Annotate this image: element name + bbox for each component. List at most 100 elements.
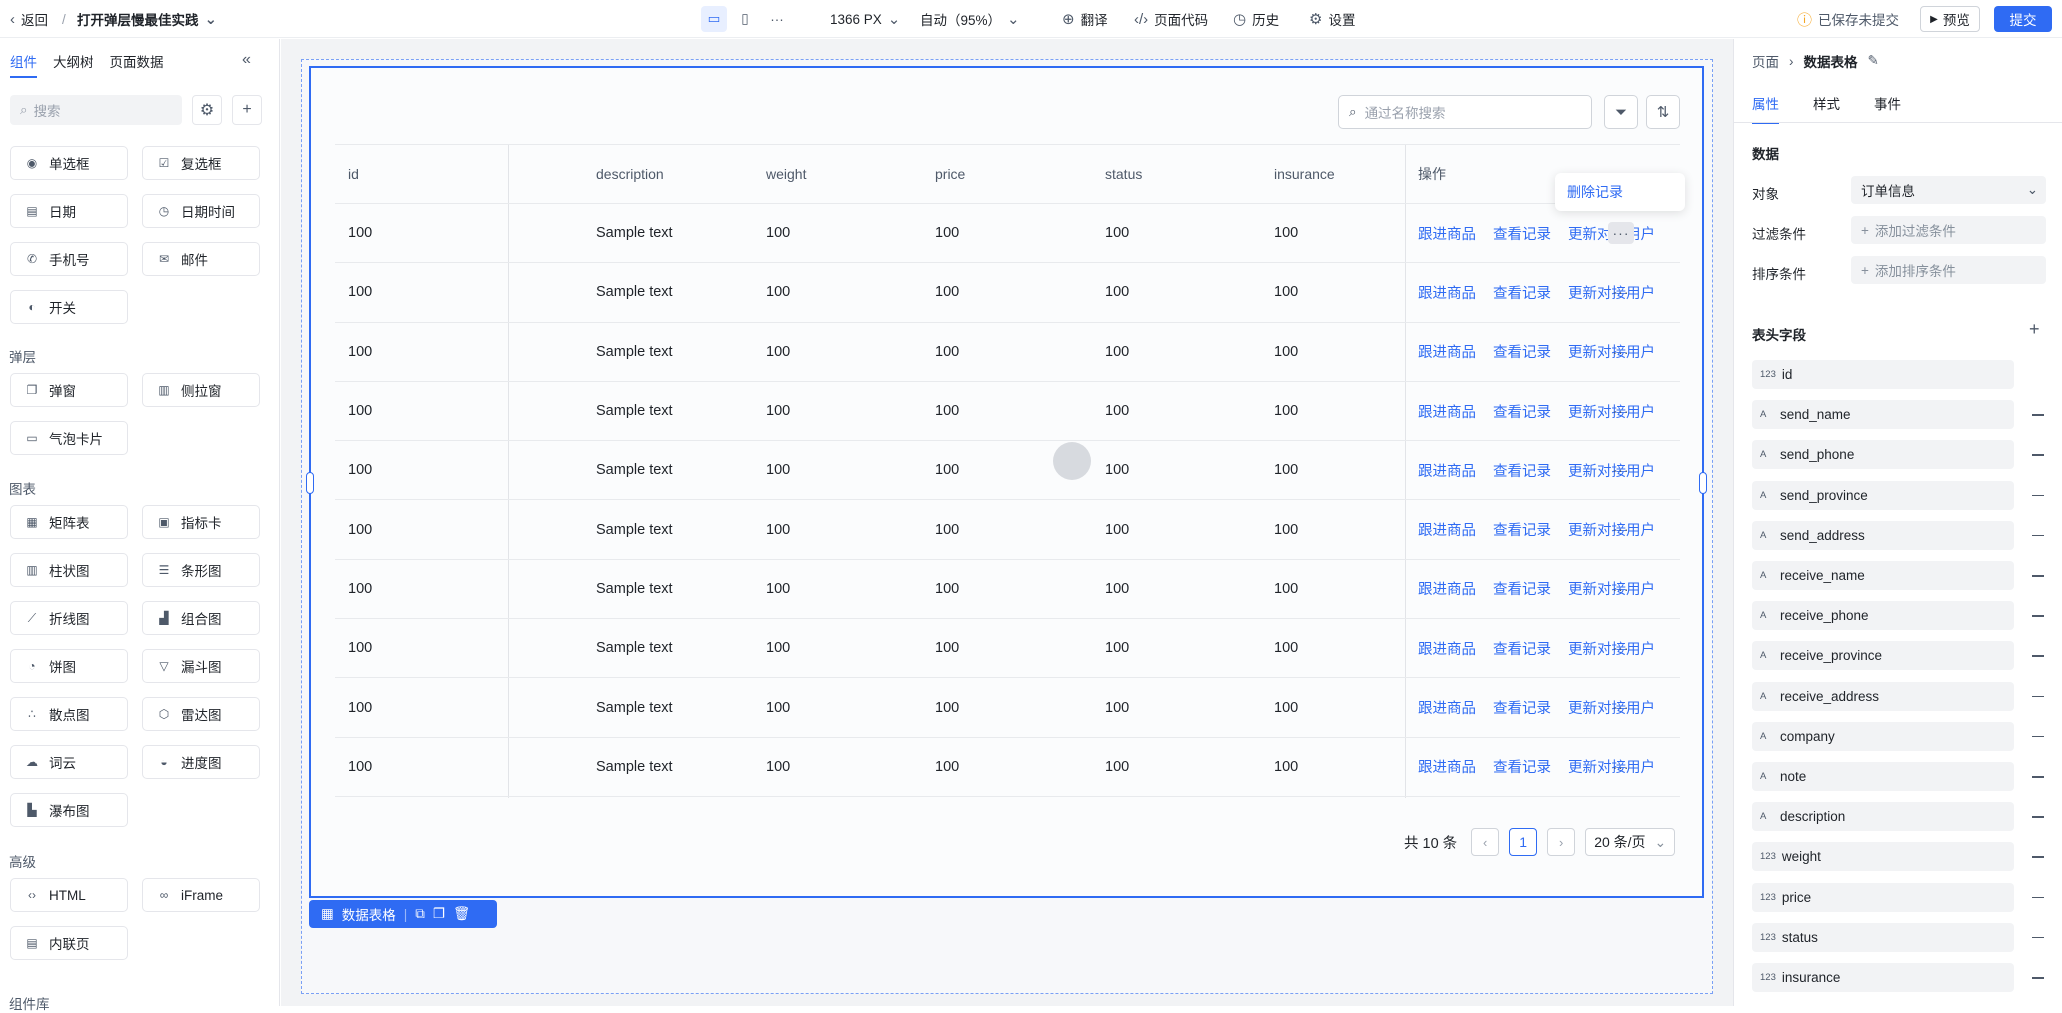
- component-radar[interactable]: ⬡ 雷达图: [142, 697, 260, 731]
- header-field-item[interactable]: Areceive_province: [1752, 641, 2014, 671]
- header-field-item[interactable]: 123 weight: [1752, 842, 2014, 872]
- component-search-input[interactable]: ⌕ 搜索: [10, 95, 182, 125]
- component-bar-chart[interactable]: ▥ 柱状图: [10, 553, 128, 587]
- follow-product-link[interactable]: 跟进商品: [1418, 401, 1476, 422]
- header-field-item[interactable]: Areceive_address: [1752, 681, 2014, 711]
- follow-product-link[interactable]: 跟进商品: [1418, 638, 1476, 659]
- sort-button[interactable]: ⇅: [1646, 95, 1680, 129]
- header-field-item[interactable]: Asend_province: [1752, 480, 2014, 510]
- remove-field-icon[interactable]: [2032, 695, 2044, 698]
- remove-field-icon[interactable]: [2032, 977, 2044, 979]
- view-records-link[interactable]: 查看记录: [1493, 756, 1551, 777]
- component-scatter[interactable]: ∴ 散点图: [10, 697, 128, 731]
- more-actions-button[interactable]: ···: [1608, 341, 1634, 363]
- remove-field-icon[interactable]: [2032, 454, 2044, 456]
- header-field-item[interactable]: 123 price: [1752, 882, 2014, 912]
- component-pie-chart[interactable]: ◔ 饼图: [10, 649, 128, 683]
- prev-page-button[interactable]: ‹: [1471, 828, 1500, 856]
- more-actions-button[interactable]: ···: [1608, 222, 1634, 244]
- follow-product-link[interactable]: 跟进商品: [1418, 460, 1476, 481]
- follow-product-link[interactable]: 跟进商品: [1418, 697, 1476, 718]
- add-filter-button[interactable]: + 添加过滤条件: [1851, 216, 2046, 244]
- follow-product-link[interactable]: 跟进商品: [1418, 756, 1476, 777]
- component-dialog[interactable]: ❐ 弹窗: [10, 373, 128, 407]
- view-records-link[interactable]: 查看记录: [1493, 223, 1551, 244]
- more-actions-button[interactable]: ···: [1608, 518, 1634, 540]
- view-records-link[interactable]: 查看记录: [1493, 697, 1551, 718]
- header-field-item[interactable]: Acompany: [1752, 721, 2014, 751]
- component-popover[interactable]: ▭ 气泡卡片: [10, 421, 128, 455]
- add-sort-button[interactable]: + 添加排序条件: [1851, 256, 2046, 284]
- component-mail[interactable]: ✉ 邮件: [142, 242, 260, 276]
- settings-button[interactable]: ⚙ 设置: [1309, 0, 1355, 38]
- delete-record-menu-item[interactable]: 删除记录: [1567, 182, 1623, 202]
- page-button[interactable]: 1: [1509, 828, 1538, 856]
- view-records-link[interactable]: 查看记录: [1493, 638, 1551, 659]
- edit-icon[interactable]: ✎: [1868, 53, 1879, 69]
- preview-button[interactable]: ▶ 预览: [1920, 6, 1980, 32]
- header-field-item[interactable]: Asend_address: [1752, 520, 2014, 550]
- remove-field-icon[interactable]: [2032, 414, 2044, 416]
- more-actions-button[interactable]: ···: [1608, 281, 1634, 303]
- tab-components[interactable]: 组件: [10, 51, 37, 78]
- remove-field-icon[interactable]: [2032, 615, 2044, 617]
- view-records-link[interactable]: 查看记录: [1493, 282, 1551, 303]
- follow-product-link[interactable]: 跟进商品: [1418, 282, 1476, 303]
- more-actions-button[interactable]: ···: [1608, 637, 1634, 659]
- more-actions-button[interactable]: ···: [1608, 696, 1634, 718]
- remove-field-icon[interactable]: [2032, 816, 2044, 818]
- remove-field-icon[interactable]: [2032, 575, 2044, 577]
- trash-icon[interactable]: 🗑: [453, 906, 470, 922]
- header-field-item[interactable]: 123 status: [1752, 922, 2014, 952]
- component-metric-card[interactable]: ▣ 指标卡: [142, 505, 260, 539]
- back-button[interactable]: ‹ 返回: [10, 0, 48, 38]
- header-field-item[interactable]: Asend_phone: [1752, 440, 2014, 470]
- component-checkbox[interactable]: ☑ 复选框: [142, 146, 260, 180]
- component-html[interactable]: ‹› HTML: [10, 878, 128, 912]
- follow-product-link[interactable]: 跟进商品: [1418, 341, 1476, 362]
- component-datetime[interactable]: ◷ 日期时间: [142, 194, 260, 228]
- view-records-link[interactable]: 查看记录: [1493, 401, 1551, 422]
- tab-styles[interactable]: 样式: [1813, 93, 1840, 124]
- tab-page-data[interactable]: 页面数据: [110, 51, 164, 78]
- component-inline-page[interactable]: ▤ 内联页: [10, 926, 128, 960]
- remove-field-icon[interactable]: [2032, 655, 2044, 657]
- header-field-item[interactable]: 123 id: [1752, 360, 2014, 389]
- component-funnel[interactable]: ▽ 漏斗图: [142, 649, 260, 683]
- next-page-button[interactable]: ›: [1547, 828, 1576, 856]
- remove-field-icon[interactable]: [2032, 534, 2044, 537]
- object-select[interactable]: 订单信息 ⌄: [1851, 176, 2046, 204]
- collapse-panel-icon[interactable]: «: [242, 51, 251, 69]
- more-actions-button[interactable]: ···: [1608, 756, 1634, 778]
- desktop-view-button[interactable]: ▭: [701, 6, 727, 32]
- component-phone[interactable]: ✆ 手机号: [10, 242, 128, 276]
- follow-product-link[interactable]: 跟进商品: [1418, 519, 1476, 540]
- copy-icon[interactable]: ⧉: [415, 906, 425, 922]
- component-horizontal-bar[interactable]: ☰ 条形图: [142, 553, 260, 587]
- follow-product-link[interactable]: 跟进商品: [1418, 578, 1476, 599]
- view-records-link[interactable]: 查看记录: [1493, 460, 1551, 481]
- component-waterfall[interactable]: ▙ 瀑布图: [10, 793, 128, 827]
- view-records-link[interactable]: 查看记录: [1493, 341, 1551, 362]
- remove-field-icon[interactable]: [2032, 936, 2044, 939]
- resize-handle-right[interactable]: [1699, 472, 1707, 494]
- more-actions-button[interactable]: ···: [1608, 578, 1634, 600]
- component-date[interactable]: ▤ 日期: [10, 194, 128, 228]
- page-size-select[interactable]: 20 条/页 ⌄: [1585, 828, 1676, 856]
- add-field-button[interactable]: +: [2029, 319, 2040, 340]
- header-field-item[interactable]: Anote: [1752, 762, 2014, 791]
- component-drawer[interactable]: ▥ 侧拉窗: [142, 373, 260, 407]
- tab-outline[interactable]: 大纲树: [53, 51, 94, 78]
- more-actions-button[interactable]: ···: [1608, 459, 1634, 481]
- header-field-item[interactable]: Areceive_name: [1752, 561, 2014, 590]
- add-component-button[interactable]: +: [232, 95, 262, 125]
- page-title-dropdown[interactable]: 打开弹层慢最佳实践 ⌄: [77, 0, 217, 38]
- remove-field-icon[interactable]: [2032, 735, 2044, 738]
- filter-button[interactable]: ⏷: [1604, 95, 1638, 129]
- header-field-item[interactable]: Asend_name: [1752, 400, 2014, 430]
- view-records-link[interactable]: 查看记录: [1493, 578, 1551, 599]
- remove-field-icon[interactable]: [2032, 856, 2044, 858]
- header-field-item[interactable]: Areceive_phone: [1752, 601, 2014, 631]
- translate-button[interactable]: ⊕ 翻译: [1062, 0, 1108, 38]
- mobile-view-button[interactable]: ▯: [732, 6, 758, 32]
